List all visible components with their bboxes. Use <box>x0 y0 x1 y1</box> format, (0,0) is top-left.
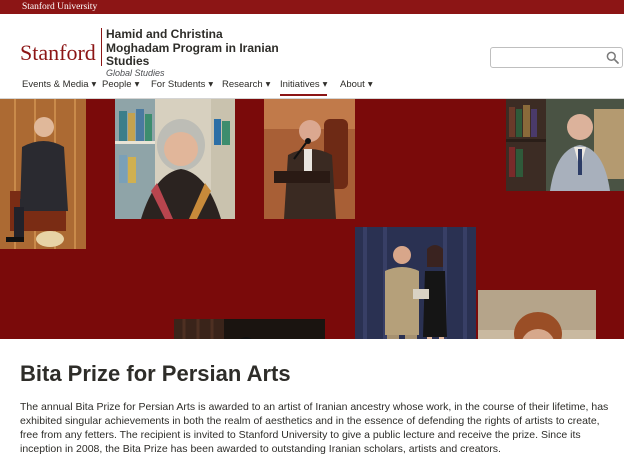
nav-item-label: Events & Media <box>22 79 89 90</box>
search-icon[interactable] <box>606 51 619 64</box>
nav-item-label: Initiatives <box>280 79 320 90</box>
chevron-down-icon: ▾ <box>208 79 214 90</box>
laureate-photo-woman-seated-stage <box>174 319 325 339</box>
nav-item-people[interactable]: People ▾ <box>102 78 139 96</box>
nav-item-label: People <box>102 79 132 90</box>
laureate-photo-woman-bookshelf <box>115 99 235 219</box>
nav-item-initiatives[interactable]: Initiatives ▾ <box>280 78 328 96</box>
stanford-university-link[interactable]: Stanford University <box>22 1 97 13</box>
stanford-wordmark[interactable]: Stanford <box>20 40 96 66</box>
brand-divider <box>101 28 102 66</box>
search-box <box>490 47 623 68</box>
page-title: Bita Prize for Persian Arts <box>20 361 291 386</box>
chevron-down-icon: ▾ <box>134 79 140 90</box>
nav-item-about[interactable]: About ▾ <box>340 78 373 96</box>
site-header: Stanford Hamid and Christina Moghadam Pr… <box>0 14 624 78</box>
chevron-down-icon: ▾ <box>322 79 328 90</box>
nav-item-events-media[interactable]: Events & Media ▾ <box>22 78 96 96</box>
nav-item-research[interactable]: Research ▾ <box>222 78 270 96</box>
nav-item-for-students[interactable]: For Students ▾ <box>151 78 213 96</box>
search-input[interactable] <box>491 48 601 67</box>
chevron-down-icon: ▾ <box>265 79 271 90</box>
laureate-photo-man-microphone <box>264 99 355 219</box>
hero-photo-collage <box>0 99 624 339</box>
laureate-photo-seated-man <box>0 99 86 249</box>
chevron-down-icon: ▾ <box>367 79 373 90</box>
top-bar: Stanford University <box>0 0 624 14</box>
nav-item-label: About <box>340 79 365 90</box>
laureate-photo-award-ceremony <box>355 227 476 339</box>
nav-item-label: Research <box>222 79 263 90</box>
laureate-photo-woman-headscarf <box>478 290 596 339</box>
chevron-down-icon: ▾ <box>91 79 97 90</box>
main-nav: Events & Media ▾ People ▾ For Students ▾ Re… <box>0 76 624 98</box>
program-name[interactable]: Hamid and Christina Moghadam Program in … <box>106 27 286 69</box>
nav-item-label: For Students <box>151 79 206 90</box>
intro-paragraph: The annual Bita Prize for Persian Arts i… <box>20 401 609 455</box>
laureate-photo-man-library <box>506 99 624 191</box>
